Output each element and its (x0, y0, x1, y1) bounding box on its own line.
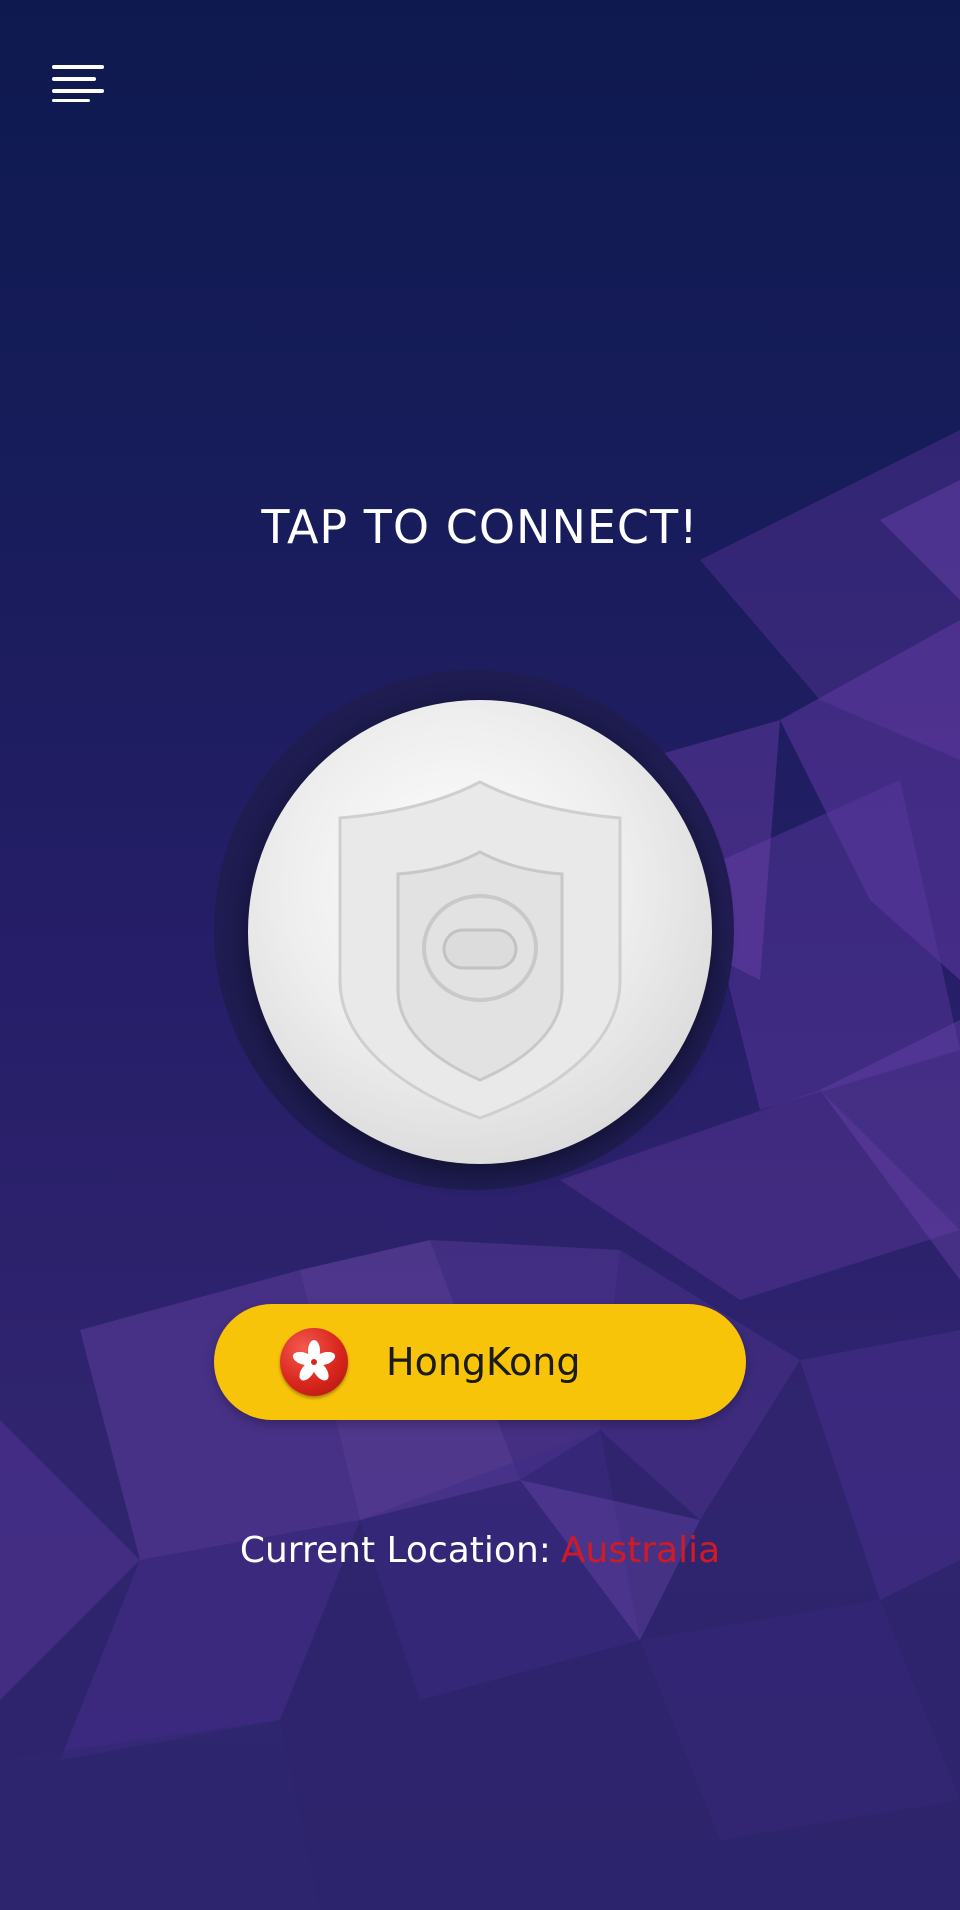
connect-button[interactable] (248, 700, 712, 1164)
server-name: HongKong (386, 1340, 581, 1384)
server-select-button[interactable]: HongKong (214, 1304, 746, 1420)
current-location-label: Current Location: (239, 1530, 551, 1571)
hong-kong-flag-icon (280, 1328, 348, 1396)
menu-button[interactable] (48, 62, 108, 102)
current-location: Current Location: Australia (0, 1530, 960, 1571)
shield-icon (338, 780, 622, 1120)
current-location-value: Australia (560, 1530, 721, 1571)
connect-prompt: TAP TO CONNECT! (261, 500, 699, 554)
